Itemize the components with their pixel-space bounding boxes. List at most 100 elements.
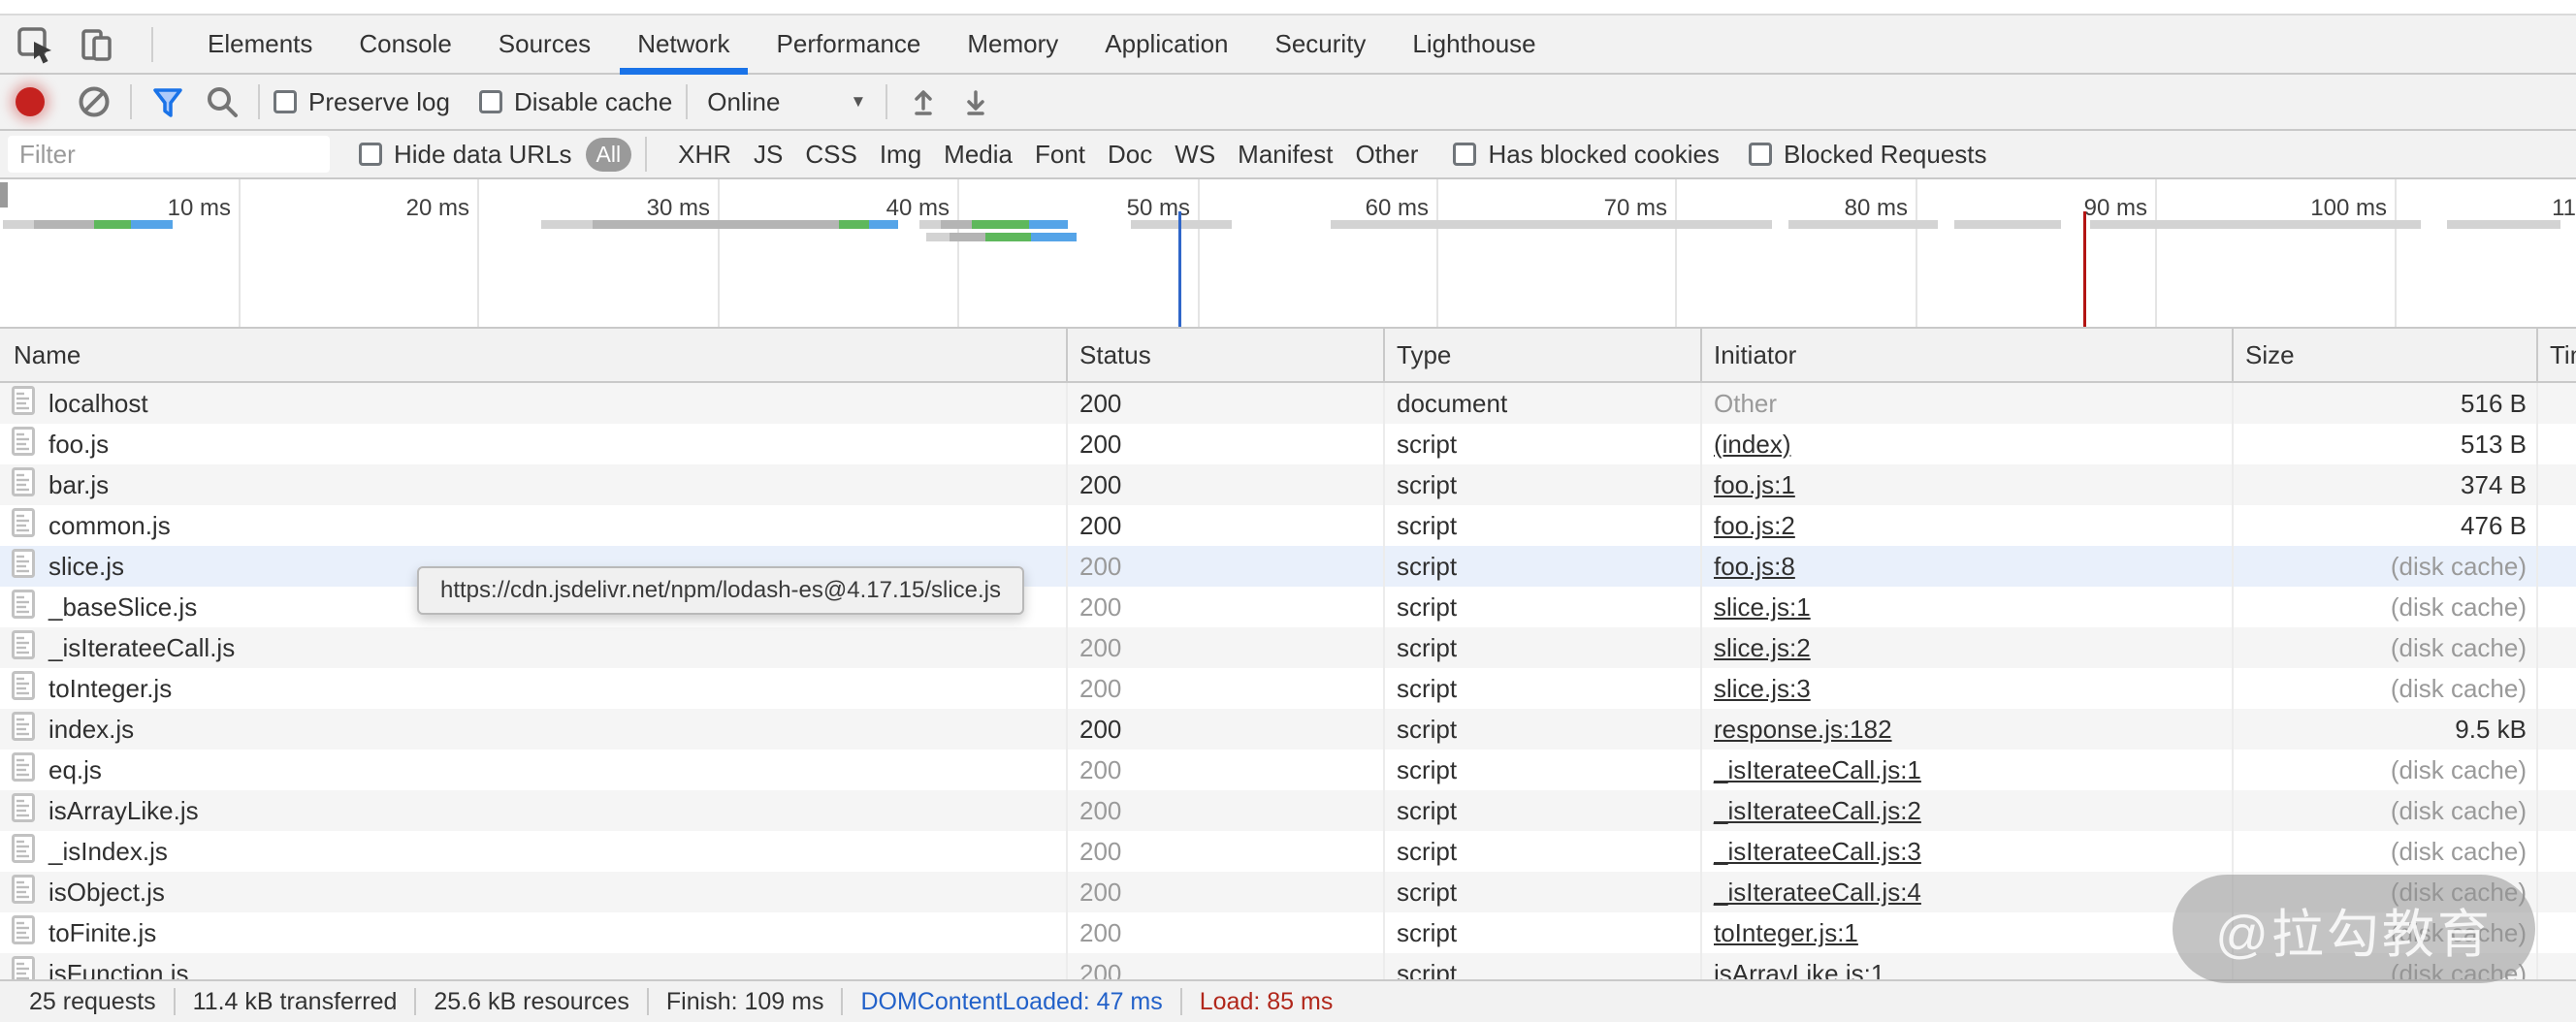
request-name-cell[interactable]: toFinite.js [0,912,1068,953]
table-row[interactable]: slice.js200scriptfoo.js:8(disk cache) [0,546,2576,587]
has-blocked-cookies-checkbox[interactable] [1453,143,1476,166]
status-cell: 200 [1068,953,1385,979]
table-row[interactable]: _isIndex.js200script_isIterateeCall.js:3… [0,831,2576,872]
filter-type-manifest[interactable]: Manifest [1238,140,1333,170]
initiator-link[interactable]: _isIterateeCall.js:3 [1714,837,1921,867]
initiator-link[interactable]: foo.js:2 [1714,511,1795,541]
throttling-select[interactable]: Online ▼ [701,87,872,117]
filter-type-other[interactable]: Other [1355,140,1418,170]
request-name-cell[interactable]: localhost [0,383,1068,424]
request-name: foo.js [48,430,109,460]
request-name-cell[interactable]: _isIterateeCall.js [0,627,1068,668]
blocked-requests-toggle[interactable]: Blocked Requests [1749,140,1987,170]
initiator-link[interactable]: foo.js:1 [1714,470,1795,500]
request-name-cell[interactable]: _isIndex.js [0,831,1068,872]
time-cell [2538,668,2576,709]
filter-type-media[interactable]: Media [944,140,1013,170]
initiator-link[interactable]: slice.js:3 [1714,674,1811,704]
filter-icon[interactable] [145,80,190,124]
initiator-cell: _isIterateeCall.js:4 [1702,872,2234,912]
initiator-link[interactable]: toInteger.js:1 [1714,918,1858,948]
request-name-cell[interactable]: foo.js [0,424,1068,464]
overview-timeline[interactable]: 10 ms20 ms30 ms40 ms50 ms60 ms70 ms80 ms… [0,179,2576,329]
initiator-link[interactable]: slice.js:2 [1714,633,1811,663]
divider [686,84,688,119]
tab-application[interactable]: Application [1081,16,1251,73]
preserve-log-toggle[interactable]: Preserve log [274,87,450,117]
column-header-time[interactable]: Time [2538,329,2576,381]
blocked-requests-label: Blocked Requests [1784,140,1987,170]
filter-type-doc[interactable]: Doc [1108,140,1152,170]
initiator-cell: slice.js:1 [1702,587,2234,627]
table-row[interactable]: bar.js200scriptfoo.js:1374 B [0,464,2576,505]
initiator-link[interactable]: (index) [1714,430,1790,460]
table-row[interactable]: toInteger.js200scriptslice.js:3(disk cac… [0,668,2576,709]
initiator-link[interactable]: response.js:182 [1714,715,1892,745]
request-name-cell[interactable]: index.js [0,709,1068,750]
column-header-initiator[interactable]: Initiator [1702,329,2234,381]
clear-icon[interactable] [72,80,116,124]
initiator-link[interactable]: foo.js:8 [1714,552,1795,582]
disable-cache-checkbox[interactable] [479,90,502,113]
hide-data-urls-checkbox[interactable] [359,143,382,166]
disable-cache-toggle[interactable]: Disable cache [479,87,672,117]
initiator-link[interactable]: isArrayLike.js:1 [1714,959,1884,980]
table-row[interactable]: _isIterateeCall.js200scriptslice.js:2(di… [0,627,2576,668]
preserve-log-checkbox[interactable] [274,90,297,113]
inspect-element-icon[interactable] [14,22,58,67]
tab-sources[interactable]: Sources [475,16,614,73]
tab-performance[interactable]: Performance [754,16,945,73]
filter-type-all[interactable]: All [586,138,632,172]
table-row[interactable]: foo.js200script(index)513 B [0,424,2576,464]
type-cell: script [1385,831,1702,872]
tab-security[interactable]: Security [1252,16,1390,73]
filter-input[interactable] [8,136,330,173]
table-row[interactable]: eq.js200script_isIterateeCall.js:1(disk … [0,750,2576,790]
filter-type-ws[interactable]: WS [1175,140,1215,170]
tab-console[interactable]: Console [336,16,474,73]
size-cell: 516 B [2234,383,2538,424]
filter-type-font[interactable]: Font [1035,140,1085,170]
table-row[interactable]: isArrayLike.js200script_isIterateeCall.j… [0,790,2576,831]
request-name-cell[interactable]: isFunction.js [0,953,1068,979]
tab-elements[interactable]: Elements [184,16,336,73]
table-row[interactable]: index.js200scriptresponse.js:1829.5 kB [0,709,2576,750]
request-name-cell[interactable]: isObject.js [0,872,1068,912]
table-row[interactable]: _baseSlice.js200scriptslice.js:1(disk ca… [0,587,2576,627]
column-header-status[interactable]: Status [1068,329,1385,381]
hide-data-urls-toggle[interactable]: Hide data URLs [359,140,572,170]
type-cell: script [1385,668,1702,709]
time-cell [2538,424,2576,464]
initiator-link[interactable]: _isIterateeCall.js:4 [1714,878,1921,908]
request-name-cell[interactable]: isArrayLike.js [0,790,1068,831]
column-header-type[interactable]: Type [1385,329,1702,381]
timeline-gridline [957,179,959,327]
filter-type-img[interactable]: Img [880,140,921,170]
request-name-cell[interactable]: bar.js [0,464,1068,505]
column-header-size[interactable]: Size [2234,329,2538,381]
device-toolbar-icon[interactable] [76,22,120,67]
initiator-link[interactable]: _isIterateeCall.js:2 [1714,796,1921,826]
column-header-name[interactable]: Name [0,329,1068,381]
initiator-link[interactable]: slice.js:1 [1714,592,1811,623]
blocked-requests-checkbox[interactable] [1749,143,1772,166]
request-name-cell[interactable]: eq.js [0,750,1068,790]
script-file-icon [12,712,35,748]
tab-memory[interactable]: Memory [944,16,1081,73]
request-name-cell[interactable]: toInteger.js [0,668,1068,709]
tab-network[interactable]: Network [614,16,753,73]
table-row[interactable]: common.js200scriptfoo.js:2476 B [0,505,2576,546]
import-har-icon[interactable] [901,80,946,124]
filter-type-xhr[interactable]: XHR [678,140,731,170]
request-name-cell[interactable]: common.js [0,505,1068,546]
export-har-icon[interactable] [953,80,998,124]
overview-left-handle [0,182,8,208]
search-icon[interactable] [200,80,244,124]
table-row[interactable]: localhost200documentOther516 B [0,383,2576,424]
filter-type-css[interactable]: CSS [805,140,856,170]
tab-lighthouse[interactable]: Lighthouse [1389,16,1559,73]
initiator-link[interactable]: _isIterateeCall.js:1 [1714,755,1921,785]
filter-type-js[interactable]: JS [754,140,783,170]
has-blocked-cookies-toggle[interactable]: Has blocked cookies [1453,140,1719,170]
record-button[interactable] [16,87,45,116]
